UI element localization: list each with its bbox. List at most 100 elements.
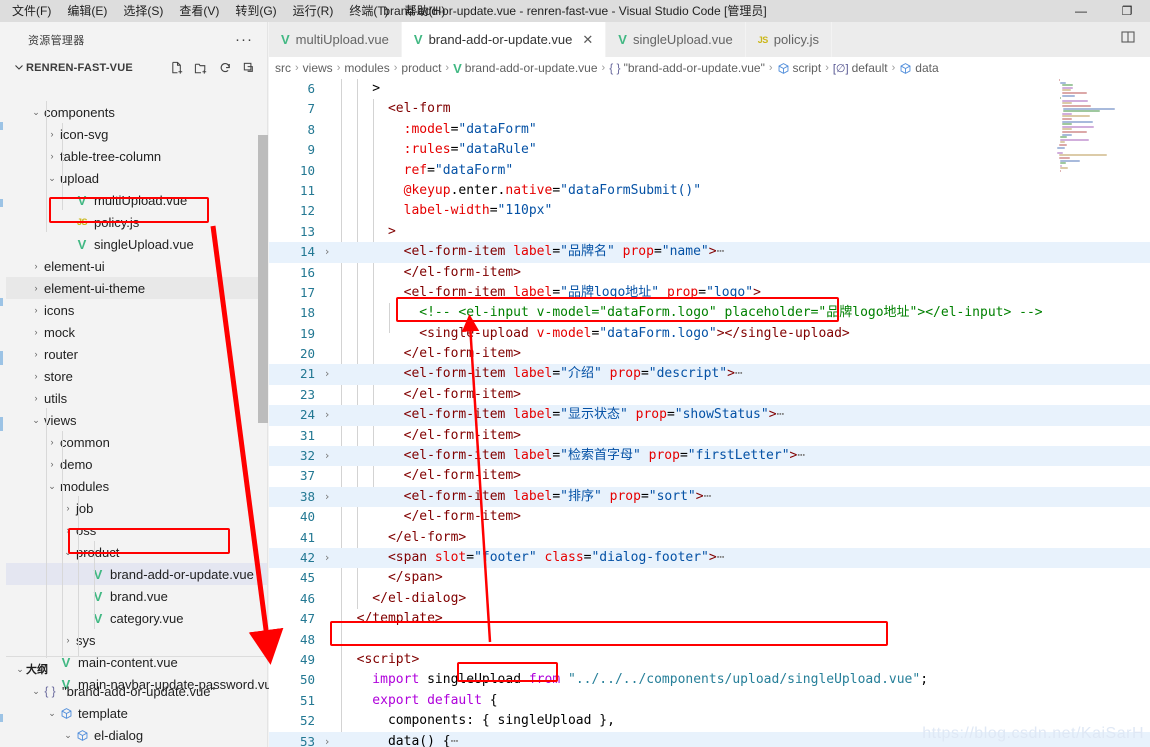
file-tree: ⌄ components › icon-svg › table-tree-column ⌄ u…	[6, 101, 279, 695]
code-text: </span>	[341, 570, 443, 586]
fold-chevron-icon[interactable]: ›	[321, 446, 333, 466]
code-line[interactable]: 37 </el-form-item>	[269, 466, 1150, 486]
breadcrumb-item-script[interactable]: script	[777, 61, 821, 75]
menu-view[interactable]: 查看(V)	[171, 1, 227, 21]
code-line[interactable]: 13 >	[269, 222, 1150, 242]
fold-chevron-icon[interactable]: ›	[321, 487, 333, 507]
refresh-icon[interactable]	[218, 61, 233, 76]
outline-item-template[interactable]: ⌄ template	[6, 702, 267, 724]
fold-chevron-icon[interactable]: ›	[321, 242, 333, 262]
code-line[interactable]: 23 </el-form-item>	[269, 385, 1150, 405]
tab-multiupload[interactable]: V multiUpload.vue	[269, 22, 402, 57]
breadcrumb-item--brand-add-or-update-vue-[interactable]: { } "brand-add-or-update.vue"	[609, 61, 765, 75]
tab-policy-js[interactable]: JS policy.js	[745, 22, 832, 57]
code-line[interactable]: 45 </span>	[269, 568, 1150, 588]
code-line[interactable]: 16 </el-form-item>	[269, 263, 1150, 283]
line-number: 7	[307, 101, 315, 117]
menu-bar: 文件(F) 编辑(E) 选择(S) 查看(V) 转到(G) 运行(R) 终端(T…	[0, 0, 1150, 22]
menu-go[interactable]: 转到(G)	[227, 1, 284, 21]
code-line[interactable]: 51 export default {	[269, 691, 1150, 711]
activity-mark-1[interactable]	[0, 122, 3, 130]
activity-mark-3[interactable]	[0, 298, 3, 306]
tree-item-label: brand-add-or-update.vue	[110, 566, 254, 582]
code-line[interactable]: 42 › <span slot="footer" class="dialog-fo…	[269, 547, 1150, 569]
code-line[interactable]: 19 <single-upload v-model="dataForm.logo…	[269, 324, 1150, 344]
menu-edit[interactable]: 编辑(E)	[59, 1, 115, 21]
close-icon[interactable]: ✕	[582, 32, 593, 48]
code-line[interactable]: 21 › <el-form-item label="介绍" prop="descr…	[269, 364, 1150, 385]
tree-item-mock[interactable]: › mock	[6, 321, 267, 343]
code-line[interactable]: 49 <script>	[269, 650, 1150, 670]
breadcrumb-item-data[interactable]: data	[899, 61, 939, 75]
outline-item-label: "brand-add-or-update.vue"	[62, 683, 216, 699]
breadcrumb-item-brand-add-or-update-vue[interactable]: Vbrand-add-or-update.vue	[453, 61, 597, 75]
code-line[interactable]: 12 label-width="110px"	[269, 201, 1150, 221]
code-text: </el-form-item>	[341, 264, 522, 280]
breadcrumb-item-views[interactable]: views	[303, 61, 333, 75]
watermark: https://blog.csdn.net/KaiSarH	[922, 725, 1144, 742]
menu-terminal[interactable]: 终端(T)	[341, 1, 396, 21]
code-line[interactable]: 10 ref="dataForm"	[269, 161, 1150, 181]
code-line[interactable]: 14 › <el-form-item label="品牌名" prop="name…	[269, 242, 1150, 263]
code-line[interactable]: 24 › <el-form-item label="显示状态" prop="sho…	[269, 405, 1150, 426]
fold-chevron-icon[interactable]: ›	[321, 364, 333, 384]
code-line[interactable]: 7 <el-form	[269, 99, 1150, 119]
outline-section-header[interactable]: ⌄ 大纲	[6, 658, 267, 680]
tree-item-singleupload-vue[interactable]: VsingleUpload.vue	[6, 233, 267, 255]
code-line[interactable]: 41 </el-form>	[269, 528, 1150, 548]
outline-item--brand-add-or-update-vue-[interactable]: ⌄ { } "brand-add-or-update.vue"	[6, 680, 267, 702]
menu-help[interactable]: 帮助(H)	[397, 1, 454, 21]
tree-item-store[interactable]: › store	[6, 365, 267, 387]
code-editor[interactable]: 6 >7 <el-form 8 :model="dataForm" 9 :rules…	[269, 79, 1150, 747]
code-line[interactable]: 20 </el-form-item>	[269, 344, 1150, 364]
code-line[interactable]: 31 </el-form-item>	[269, 426, 1150, 446]
breadcrumb-item-default[interactable]: [∅] default	[833, 61, 888, 75]
code-line[interactable]: 38 › <el-form-item label="排序" prop="sort"…	[269, 486, 1150, 508]
project-root-header[interactable]: RENREN-FAST-VUE	[6, 57, 267, 79]
code-text: export default {	[341, 692, 498, 708]
chevron-right-icon: ›	[34, 349, 38, 359]
maximize-button[interactable]: ❐	[1104, 0, 1150, 22]
code-line[interactable]: 6 >	[269, 79, 1150, 99]
chevron-right-icon: ›	[34, 305, 38, 315]
breadcrumb-item-product[interactable]: product	[401, 61, 441, 75]
collapse-all-icon[interactable]	[242, 61, 257, 76]
activity-mark-4[interactable]	[0, 351, 3, 365]
code-line[interactable]: 50 import singleUpload from "../../../co…	[269, 670, 1150, 690]
breadcrumb-label: data	[915, 61, 939, 75]
code-line[interactable]: 32 › <el-form-item label="检索首字母" prop="fi…	[269, 446, 1150, 467]
breadcrumb-item-modules[interactable]: modules	[344, 61, 389, 75]
tab-singleupload[interactable]: V singleUpload.vue	[606, 22, 746, 57]
new-folder-icon[interactable]	[194, 61, 209, 76]
code-line[interactable]: 46 </el-dialog>	[269, 589, 1150, 609]
activity-mark-6[interactable]	[0, 714, 3, 722]
activity-mark-5[interactable]	[0, 417, 3, 431]
tree-item-element-ui[interactable]: › element-ui	[6, 255, 267, 277]
tree-item-utils[interactable]: › utils	[6, 387, 267, 409]
fold-chevron-icon[interactable]: ›	[321, 405, 333, 425]
highlight-single-upload-tag	[396, 297, 839, 322]
tree-item-element-ui-theme[interactable]: › element-ui-theme	[6, 277, 267, 299]
tab-brand-add-or-update[interactable]: V brand-add-or-update.vue ✕	[401, 22, 607, 57]
explorer-scrollbar[interactable]	[258, 135, 268, 423]
code-line[interactable]: 40 </el-form-item>	[269, 507, 1150, 527]
fold-chevron-icon[interactable]: ›	[321, 548, 333, 568]
split-editor-icon[interactable]	[1120, 29, 1136, 50]
tree-item-router[interactable]: › router	[6, 343, 267, 365]
code-line[interactable]: 9 :rules="dataRule"	[269, 140, 1150, 160]
chevron-right-icon: ›	[34, 327, 38, 337]
code-line[interactable]: 8 :model="dataForm"	[269, 120, 1150, 140]
breadcrumb-item-src[interactable]: src	[275, 61, 291, 75]
fold-chevron-icon[interactable]: ›	[321, 732, 333, 747]
outline-item-el-dialog[interactable]: ⌄ el-dialog	[6, 724, 267, 746]
menu-run[interactable]: 运行(R)	[285, 1, 342, 21]
menu-file[interactable]: 文件(F)	[4, 1, 59, 21]
new-file-icon[interactable]	[170, 61, 185, 76]
minimize-button[interactable]: —	[1058, 0, 1104, 22]
menu-selection[interactable]: 选择(S)	[115, 1, 171, 21]
explorer-more-actions[interactable]: ···	[235, 32, 253, 47]
tree-item-icons[interactable]: › icons	[6, 299, 267, 321]
activity-mark-2[interactable]	[0, 199, 3, 207]
minimap[interactable]	[1056, 79, 1136, 179]
code-line[interactable]: 11 @keyup.enter.native="dataFormSubmit()…	[269, 181, 1150, 201]
